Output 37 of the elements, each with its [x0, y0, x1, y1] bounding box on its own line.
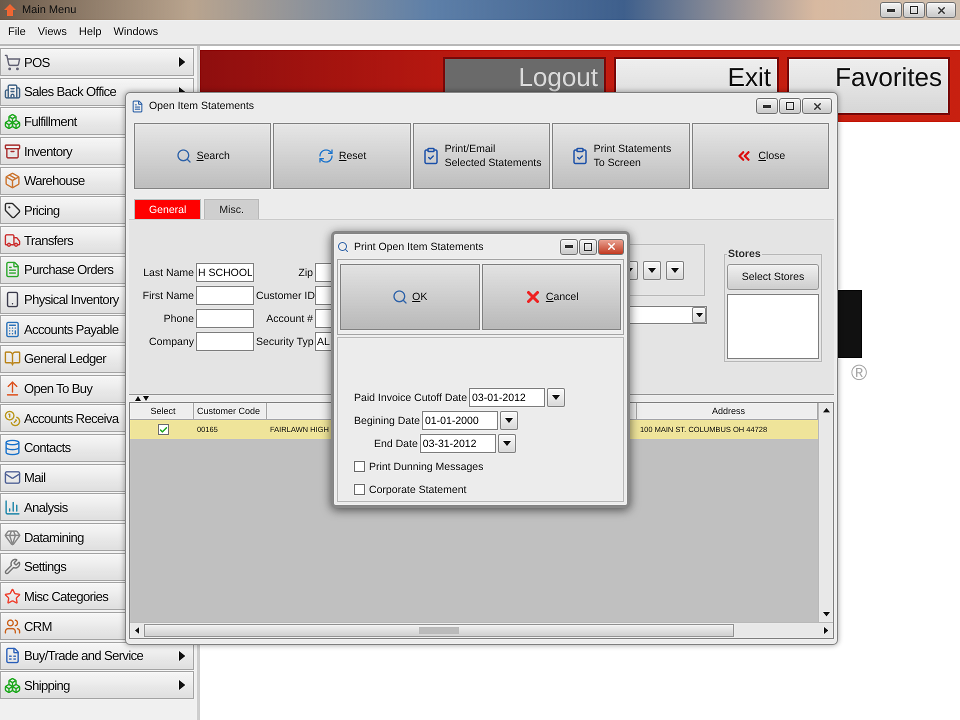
field-label: Account # — [265, 312, 313, 324]
sidebar-label: Accounts Receiva — [24, 410, 118, 426]
sidebar-label: Accounts Payable — [24, 322, 118, 337]
field-label: First Name — [142, 290, 194, 302]
sidebar-label: POS — [24, 54, 50, 70]
sidebar-label: Shipping — [24, 678, 70, 693]
sidebar-label: Physical Inventory — [24, 292, 119, 307]
checkbox-label: Corporate Statement — [369, 484, 466, 496]
field-label: End Date — [374, 438, 418, 450]
sidebar-label: Pricing — [24, 202, 60, 218]
field-label: Security Typ — [256, 336, 313, 348]
sidebar-label: Settings — [24, 559, 66, 574]
field-label: Zip — [297, 266, 313, 278]
sidebar-label: Mail — [24, 470, 46, 486]
field-label: Begining Date — [354, 414, 420, 426]
checkbox-label: Print Dunning Messages — [369, 460, 484, 472]
sidebar-label: CRM — [24, 618, 52, 634]
group-title: Stores — [727, 248, 762, 260]
sidebar-label: Warehouse — [24, 173, 85, 188]
sidebar-label: Sales Back Office — [24, 84, 116, 100]
field-label: Customer ID — [256, 290, 313, 302]
window-title: Main Menu — [22, 4, 76, 16]
field-label: Last Name — [142, 266, 194, 278]
field-label: Phone — [162, 312, 194, 324]
sidebar-label: Analysis — [24, 500, 68, 515]
sidebar-label: General Ledger — [24, 351, 106, 366]
field-label: Paid Invoice Cutoff Date — [354, 392, 468, 404]
sidebar-label: Purchase Orders — [24, 262, 114, 278]
sidebar-label: Datamining — [24, 530, 84, 544]
sidebar-label: Contacts — [24, 440, 71, 456]
sidebar-label: Open To Buy — [24, 381, 92, 396]
sidebar-label: Misc Categories — [24, 588, 108, 604]
sidebar-label: Transfers — [24, 232, 74, 248]
dialog-title: Print Open Item Statements — [354, 240, 484, 252]
sidebar-label: Inventory — [24, 144, 72, 159]
sidebar-label: Buy/Trade and Service — [24, 648, 144, 664]
sidebar-label: Fulfillment — [24, 114, 77, 129]
